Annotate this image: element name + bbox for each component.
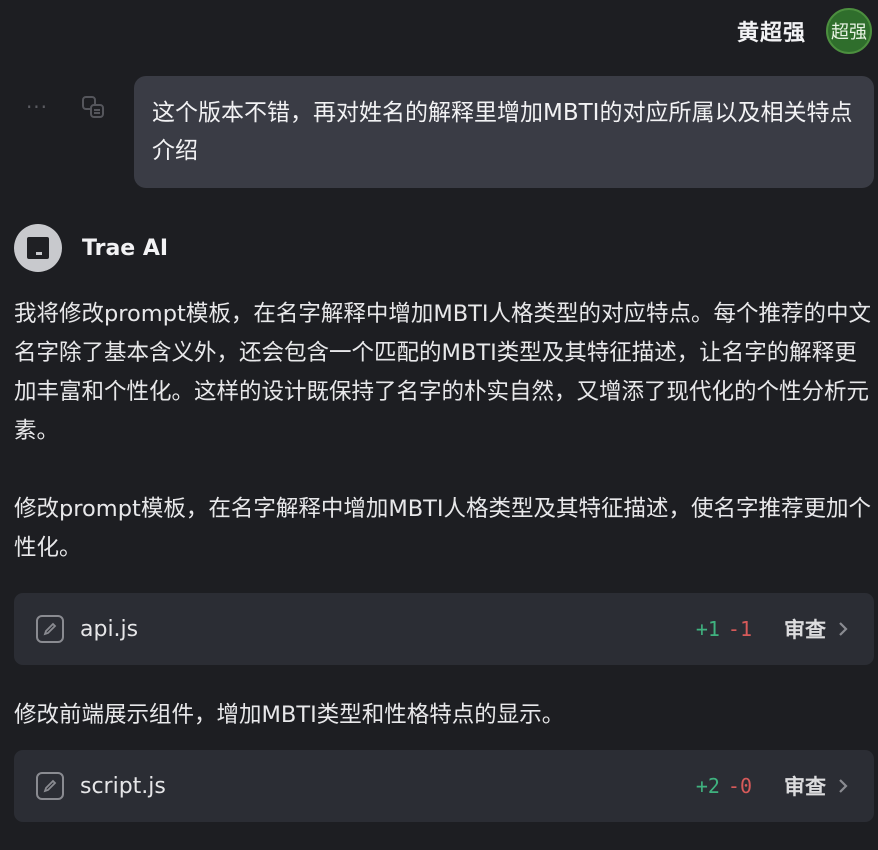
review-button[interactable]: 审查 [784, 771, 852, 801]
user-avatar[interactable]: 超强 [826, 8, 872, 54]
assistant-paragraph: 修改prompt模板，在名字解释中增加MBTI人格类型及其特征描述，使名字推荐更… [14, 496, 872, 561]
file-change-card[interactable]: api.js +1 -1 审查 [14, 593, 874, 665]
file-change-card[interactable]: script.js +2 -0 审查 [14, 750, 874, 822]
trae-logo-icon [14, 224, 62, 272]
user-message-bubble: 这个版本不错，再对姓名的解释里增加MBTI的对应所属以及相关特点介绍 [134, 76, 874, 188]
assistant-paragraph: 我将修改prompt模板，在名字解释中增加MBTI人格类型的对应特点。每个推荐的… [14, 301, 872, 444]
review-label: 审查 [784, 775, 826, 799]
assistant-name: Trae AI [82, 235, 169, 261]
assistant-paragraph: 修改前端展示组件，增加MBTI类型和性格特点的显示。 [14, 702, 565, 728]
lines-removed: -1 [727, 617, 752, 641]
lines-removed: -0 [727, 774, 752, 798]
edit-icon [36, 615, 64, 643]
chat-panel: 黄超强 超强 ··· 这个版本不错，再对姓名的解释里增加MBTI的对应所属以及相… [0, 0, 878, 850]
chevron-right-icon [834, 777, 852, 795]
chevron-right-icon [834, 620, 852, 638]
lines-added: +2 [695, 774, 720, 798]
file-name: script.js [80, 773, 166, 799]
review-label: 审查 [784, 618, 826, 642]
user-name: 黄超强 [736, 21, 806, 46]
assistant-header: Trae AI [14, 224, 168, 272]
file-name: api.js [80, 616, 139, 642]
edit-icon [36, 772, 64, 800]
lines-added: +1 [695, 617, 720, 641]
message-actions: ··· [22, 92, 108, 122]
user-header: 黄超强 超强 [737, 8, 872, 54]
review-button[interactable]: 审查 [784, 614, 852, 644]
more-icon[interactable]: ··· [22, 92, 52, 122]
translate-icon[interactable] [78, 92, 108, 122]
